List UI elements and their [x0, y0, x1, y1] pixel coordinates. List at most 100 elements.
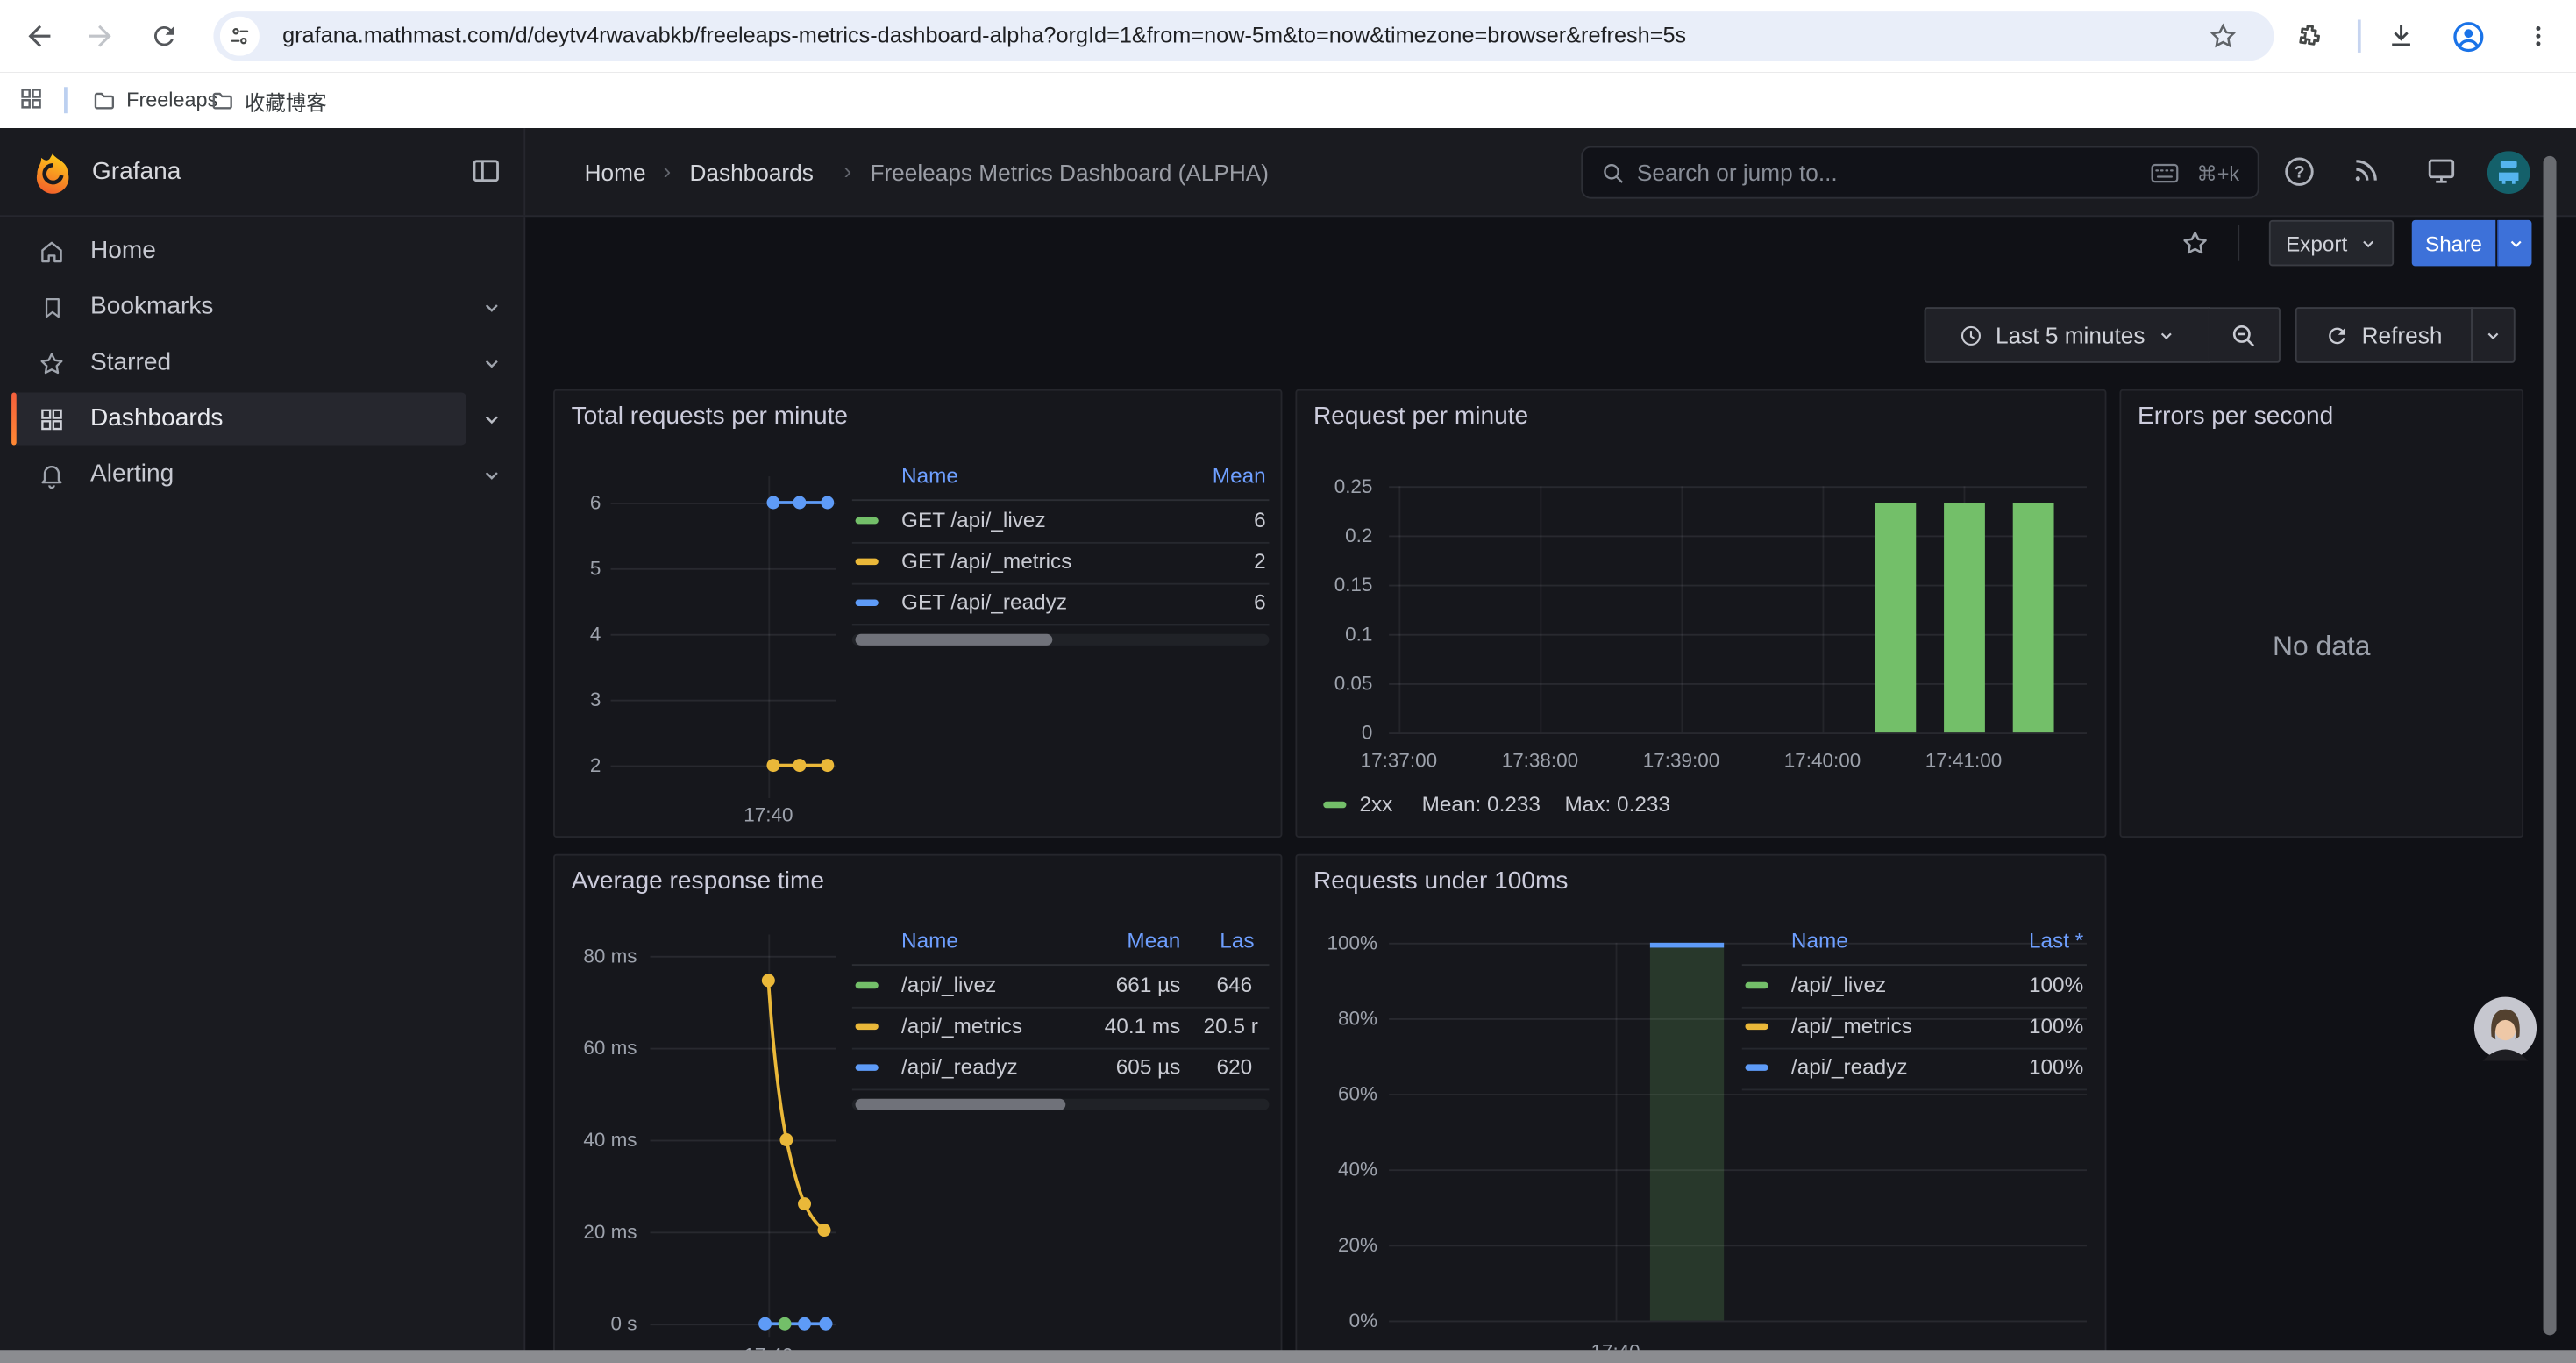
legend-col-name[interactable]: Name [901, 463, 958, 488]
legend-row[interactable]: /api/_livez 100% [1742, 966, 2087, 1009]
series-name: /api/_readyz [901, 1054, 1018, 1079]
legend-row[interactable]: GET /api/_readyz 6 [852, 583, 1270, 626]
news-button[interactable] [2350, 154, 2382, 187]
refresh-label: Refresh [2362, 322, 2443, 348]
legend-scrollbar[interactable] [852, 634, 1270, 646]
legend-row[interactable]: /api/_metrics 100% [1742, 1007, 2087, 1050]
keyboard-icon [2151, 162, 2179, 183]
share-button[interactable]: Share [2412, 220, 2495, 266]
chevron-down-icon[interactable] [481, 465, 502, 486]
x-tick-label: 17:41:00 [1914, 747, 2012, 774]
refresh-icon [2325, 323, 2350, 347]
sidebar-item-label: Bookmarks [90, 292, 213, 320]
profile-button[interactable] [2444, 13, 2490, 59]
favorite-dashboard-button[interactable] [2181, 228, 2210, 258]
legend-col-mean[interactable]: Mean [1213, 463, 1266, 488]
chevron-down-icon[interactable] [481, 409, 502, 430]
sidebar-item-bookmarks[interactable]: Bookmarks [0, 281, 525, 333]
legend-row[interactable]: /api/_readyz 605 µs 620 [852, 1048, 1270, 1091]
series-name: /api/_livez [901, 973, 996, 997]
sidebar-item-starred[interactable]: Starred [0, 337, 525, 389]
breadcrumb-current: Freeleaps Metrics Dashboard (ALPHA) [870, 160, 1269, 186]
assistant-avatar-icon [2473, 995, 2538, 1061]
search-input[interactable]: Search or jump to... ⌘+k [1581, 146, 2259, 199]
series-color-dash [856, 517, 879, 524]
puzzle-icon [2295, 21, 2325, 51]
legend-scrollbar[interactable] [852, 1099, 1270, 1110]
bell-icon [38, 461, 66, 489]
export-button[interactable]: Export [2269, 220, 2394, 266]
legend-series-name[interactable]: 2xx [1359, 792, 1392, 817]
share-menu-button[interactable] [2497, 220, 2531, 266]
back-arrow-icon [23, 19, 55, 52]
browser-menu-button[interactable] [2516, 13, 2561, 59]
legend-col-last[interactable]: Last * [2029, 928, 2083, 953]
extensions-button[interactable] [2287, 13, 2332, 59]
legend-col-mean[interactable]: Mean [1107, 928, 1180, 953]
y-tick-label: 2 [555, 753, 601, 779]
refresh-button[interactable]: Refresh [2295, 307, 2473, 363]
vertical-scrollbar[interactable] [2544, 156, 2557, 1335]
bar[interactable] [1875, 503, 1916, 732]
series-name: /api/_readyz [1791, 1054, 1908, 1079]
chevron-down-icon[interactable] [481, 353, 502, 375]
kiosk-mode-button[interactable] [2425, 154, 2458, 187]
legend-row[interactable]: /api/_livez 661 µs 646 [852, 966, 1270, 1009]
floating-assistant-avatar[interactable] [2473, 995, 2538, 1061]
forward-button[interactable] [77, 13, 123, 59]
panel-title[interactable]: Requests under 100ms [1313, 867, 1568, 896]
sidebar-item-label: Alerting [90, 460, 174, 488]
breadcrumb-home[interactable]: Home [585, 160, 646, 186]
x-tick-label: 17:37:00 [1349, 747, 1448, 774]
sidebar-item-dashboards[interactable]: Dashboards [0, 393, 525, 446]
tune-icon [228, 25, 251, 47]
panel-requests-under-100ms: Requests under 100ms 100% 80% 60% 40% 20… [1295, 854, 2106, 1363]
y-tick-label: 6 [555, 489, 601, 516]
apps-grid-button[interactable] [10, 77, 53, 120]
reload-button[interactable] [141, 13, 187, 59]
url-text: grafana.mathmast.com/d/deytv4rwavabkb/fr… [282, 23, 1686, 47]
legend-row[interactable]: GET /api/_metrics 2 [852, 542, 1270, 585]
series-mean: 6 [1254, 589, 1266, 614]
series-mean: 2 [1254, 548, 1266, 573]
series-mean: 661 µs [1088, 973, 1180, 997]
bar[interactable] [1650, 947, 1724, 1320]
series-last: 100% [2029, 1013, 2083, 1038]
legend-col-name[interactable]: Name [901, 928, 958, 953]
bookmark-folder-blogs[interactable]: 收藏博客 [200, 81, 336, 120]
grafana-logo[interactable] [32, 151, 75, 194]
svg-text:?: ? [2294, 163, 2304, 182]
downloads-button[interactable] [2377, 13, 2423, 59]
sidebar-item-alerting[interactable]: Alerting [0, 448, 525, 501]
horizontal-scrollbar[interactable] [0, 1350, 2576, 1363]
bookmark-star-button[interactable] [2209, 21, 2238, 51]
panel-title[interactable]: Request per minute [1313, 403, 1528, 431]
bar[interactable] [2013, 503, 2054, 732]
sidebar-item-home[interactable]: Home [0, 225, 525, 278]
time-range-picker[interactable]: Last 5 minutes [1925, 307, 2210, 363]
zoom-out-time-button[interactable] [2209, 307, 2281, 363]
monitor-icon [2425, 154, 2458, 187]
panel-title[interactable]: Errors per second [2138, 403, 2333, 431]
legend-row[interactable]: /api/_readyz 100% [1742, 1048, 2087, 1091]
chevron-down-icon [2506, 234, 2524, 253]
bar[interactable] [1944, 503, 1985, 732]
legend-col-last[interactable]: Las [1220, 928, 1254, 953]
chevron-down-icon [2484, 326, 2502, 345]
help-button[interactable]: ? [2282, 154, 2316, 189]
legend-row[interactable]: /api/_metrics 40.1 ms 20.5 r [852, 1007, 1270, 1050]
time-range-label: Last 5 minutes [1996, 322, 2145, 348]
mega-menu-toggle[interactable] [470, 154, 502, 187]
site-settings-chip[interactable] [220, 17, 260, 56]
refresh-interval-button[interactable] [2471, 307, 2516, 363]
panel-title[interactable]: Total requests per minute [572, 403, 848, 431]
legend-col-name[interactable]: Name [1791, 928, 1848, 953]
legend-row[interactable]: GET /api/_livez 6 [852, 501, 1270, 544]
breadcrumb-dashboards[interactable]: Dashboards [689, 160, 813, 186]
address-bar[interactable]: grafana.mathmast.com/d/deytv4rwavabkb/fr… [213, 11, 2274, 61]
bookmarks-bar: Freeleaps 收藏博客 [0, 72, 2576, 128]
back-button[interactable] [17, 13, 62, 59]
user-avatar[interactable] [2487, 151, 2530, 194]
chevron-down-icon[interactable] [481, 297, 502, 318]
y-tick-label: 40% [1297, 1156, 1377, 1182]
